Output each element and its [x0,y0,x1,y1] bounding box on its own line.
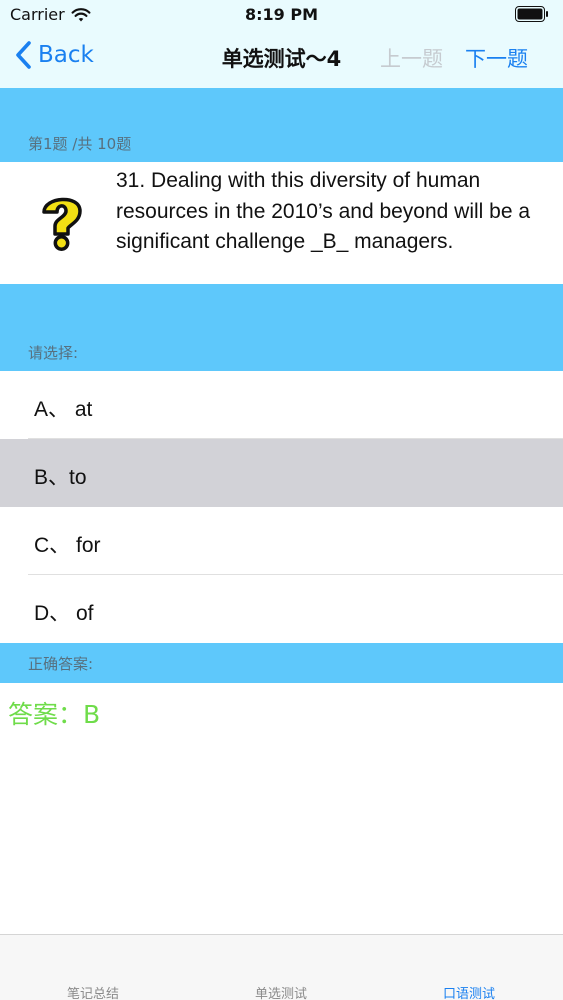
header: Carrier 8:19 PM Back 单选测试～4 上一题 下一题 [0,0,563,88]
question-mark-icon [42,197,82,251]
option-b[interactable]: B、to [0,439,563,507]
option-a[interactable]: A、 at [0,371,563,439]
option-label: C、 for [34,534,101,557]
option-label: A、 at [34,398,93,421]
choose-label: 请选择: [28,344,79,362]
question-text: 31. Dealing with this diversity of human… [116,169,531,253]
back-button[interactable]: Back [14,40,94,70]
option-label: B、to [34,466,87,489]
question-block: 31. Dealing with this diversity of human… [0,162,563,284]
next-question-button[interactable]: 下一题 [465,43,528,73]
nav-bar: Back 单选测试～4 上一题 下一题 [0,30,563,86]
prev-question-button[interactable]: 上一题 [380,43,443,73]
battery-icon [515,6,548,22]
tab-bar: 笔记总结 单选测试 口语测试 [0,934,563,1000]
back-label: Back [38,42,94,68]
correct-answer-band: 正确答案: [0,643,563,683]
question-counter: 第1题 /共 10题 [28,135,132,153]
chevron-left-icon [16,41,31,69]
status-time: 8:19 PM [244,5,318,24]
correct-answer-label: 正确答案: [28,655,94,673]
options-list: A、 at B、to C、 for D、 of [0,371,563,643]
tab-oral-test[interactable]: 口语测试 [389,983,549,1000]
choose-band: 请选择: [0,284,563,371]
question-header-band: 第1题 /共 10题 [0,88,563,162]
screen: Carrier 8:19 PM Back 单选测试～4 上一题 下一题 第1题 … [0,0,563,1000]
option-c[interactable]: C、 for [0,507,563,575]
answer-text: 答案：B [8,700,101,729]
status-bar: Carrier 8:19 PM [0,0,563,30]
option-d[interactable]: D、 of [0,575,563,643]
tab-notes-summary[interactable]: 笔记总结 [13,983,173,1000]
tab-single-choice-test[interactable]: 单选测试 [201,983,361,1000]
option-label: D、 of [34,602,94,625]
